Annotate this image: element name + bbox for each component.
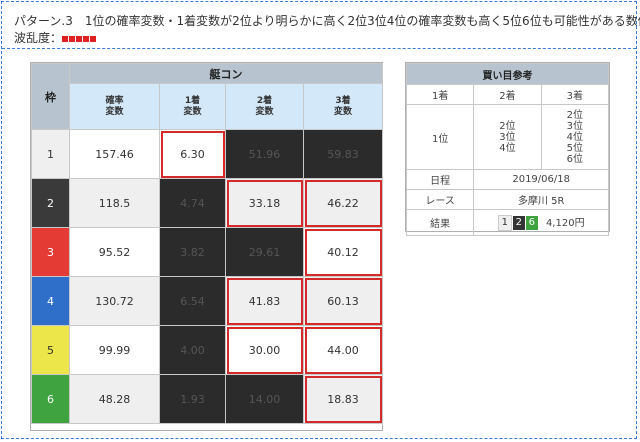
ref-date-label: 日程 bbox=[405, 169, 475, 190]
ref-race-value: 多摩川 5R bbox=[473, 189, 609, 210]
wave-level-indicator bbox=[62, 32, 97, 46]
waku-cell: 4 bbox=[31, 276, 70, 326]
ref-date-value: 2019/06/18 bbox=[473, 169, 609, 190]
pick-item: 4位 bbox=[499, 142, 516, 154]
boat-con-table-panel: 枠 艇コン 確率 変数 1着 変数 2着 変数 3着 変数 1 157.46 6.30 51.96 5… bbox=[30, 62, 383, 431]
ref-second-picks: 2位 3位 4位 bbox=[473, 104, 542, 170]
betting-reference-table: 買い目参考 1着 2着 3着 1位 2位 3位 4位 2位 3位 4位 5位 6位 日程 2… bbox=[405, 63, 610, 236]
ref-result-label: 結果 bbox=[405, 209, 475, 236]
ref-header-third: 3着 bbox=[540, 84, 610, 105]
ref-first-pick: 1位 bbox=[405, 104, 475, 170]
value-cell: 4.00 bbox=[159, 325, 226, 375]
waku-cell: 6 bbox=[31, 374, 70, 424]
value-cell: 60.13 bbox=[303, 276, 383, 326]
table-row: 1 157.46 6.30 51.96 59.83 bbox=[31, 129, 383, 179]
value-cell: 99.99 bbox=[69, 325, 160, 375]
result-balls: 126 bbox=[497, 215, 539, 231]
divider-line bbox=[2, 48, 636, 49]
ref-result-value: 126 4,120円 bbox=[473, 209, 609, 236]
value-cell: 29.61 bbox=[225, 227, 304, 277]
wave-level-block bbox=[62, 36, 69, 42]
reference-title: 買い目参考 bbox=[406, 63, 609, 85]
value-cell: 51.96 bbox=[225, 129, 304, 179]
value-cell: 40.12 bbox=[303, 227, 383, 277]
value-cell: 3.82 bbox=[159, 227, 226, 277]
pick-item: 2位 bbox=[499, 120, 516, 132]
column-header: 2着 変数 bbox=[225, 83, 304, 130]
pick-item: 3位 bbox=[566, 120, 584, 132]
wave-level-block bbox=[69, 36, 76, 42]
ref-header-second: 2着 bbox=[473, 84, 542, 105]
wave-level-block bbox=[90, 36, 97, 42]
value-cell: 46.22 bbox=[303, 178, 383, 228]
pick-item: 3位 bbox=[499, 131, 516, 143]
table-row: 3 95.52 3.82 29.61 40.12 bbox=[31, 227, 383, 277]
wave-level-block bbox=[76, 36, 83, 42]
value-cell: 4.74 bbox=[159, 178, 226, 228]
column-header: 1着 変数 bbox=[159, 83, 226, 130]
value-cell: 1.93 bbox=[159, 374, 226, 424]
value-cell: 6.30 bbox=[159, 129, 226, 179]
payout: 4,120円 bbox=[545, 218, 585, 229]
value-cell: 130.72 bbox=[69, 276, 160, 326]
value-cell: 41.83 bbox=[225, 276, 304, 326]
result-ball: 2 bbox=[512, 216, 525, 230]
waku-header: 枠 bbox=[31, 63, 70, 130]
ref-third-picks: 2位 3位 4位 5位 6位 bbox=[540, 104, 610, 170]
ref-header-first: 1着 bbox=[405, 84, 475, 105]
table-row: 5 99.99 4.00 30.00 44.00 bbox=[31, 325, 383, 375]
value-cell: 59.83 bbox=[303, 129, 383, 179]
content-frame: パターン.3 1位の確率変数・1着変数が2位より明らかに高く2位3位4位の確率変… bbox=[1, 1, 640, 439]
waku-cell: 1 bbox=[31, 129, 70, 179]
boat-con-table: 枠 艇コン 確率 変数 1着 変数 2着 変数 3着 変数 1 157.46 6.30 51.96 5… bbox=[31, 63, 383, 424]
value-cell: 30.00 bbox=[225, 325, 304, 375]
column-header: 確率 変数 bbox=[69, 83, 160, 130]
table-row: 2 118.5 4.74 33.18 46.22 bbox=[31, 178, 383, 228]
value-cell: 95.52 bbox=[69, 227, 160, 277]
value-cell: 157.46 bbox=[69, 129, 160, 179]
value-cell: 18.83 bbox=[303, 374, 383, 424]
waku-cell: 5 bbox=[31, 325, 70, 375]
result-ball: 1 bbox=[497, 215, 512, 231]
result-ball: 6 bbox=[525, 216, 538, 230]
value-cell: 14.00 bbox=[225, 374, 304, 424]
value-cell: 118.5 bbox=[69, 178, 160, 228]
value-cell: 48.28 bbox=[69, 374, 160, 424]
waku-cell: 2 bbox=[31, 178, 70, 228]
pick-item: 6位 bbox=[566, 153, 584, 165]
pick-item: 5位 bbox=[566, 142, 584, 154]
column-header: 3着 変数 bbox=[303, 83, 383, 130]
value-cell: 6.54 bbox=[159, 276, 226, 326]
table-row: 6 48.28 1.93 14.00 18.83 bbox=[31, 374, 383, 424]
table-row: 4 130.72 6.54 41.83 60.13 bbox=[31, 276, 383, 326]
wave-level-block bbox=[83, 36, 90, 42]
ref-race-label: レース bbox=[405, 189, 475, 210]
pattern-description: パターン.3 1位の確率変数・1着変数が2位より明らかに高く2位3位4位の確率変… bbox=[14, 14, 640, 28]
table-title: 艇コン bbox=[69, 63, 383, 84]
wave-level-row: 波乱度： bbox=[14, 29, 97, 46]
betting-reference-panel: 買い目参考 1着 2着 3着 1位 2位 3位 4位 2位 3位 4位 5位 6位 日程 2… bbox=[405, 62, 610, 236]
pick-item: 2位 bbox=[566, 109, 584, 121]
value-cell: 33.18 bbox=[225, 178, 304, 228]
pick-item: 4位 bbox=[566, 131, 584, 143]
waku-cell: 3 bbox=[31, 227, 70, 277]
value-cell: 44.00 bbox=[303, 325, 383, 375]
wave-level-label: 波乱度： bbox=[14, 31, 63, 45]
